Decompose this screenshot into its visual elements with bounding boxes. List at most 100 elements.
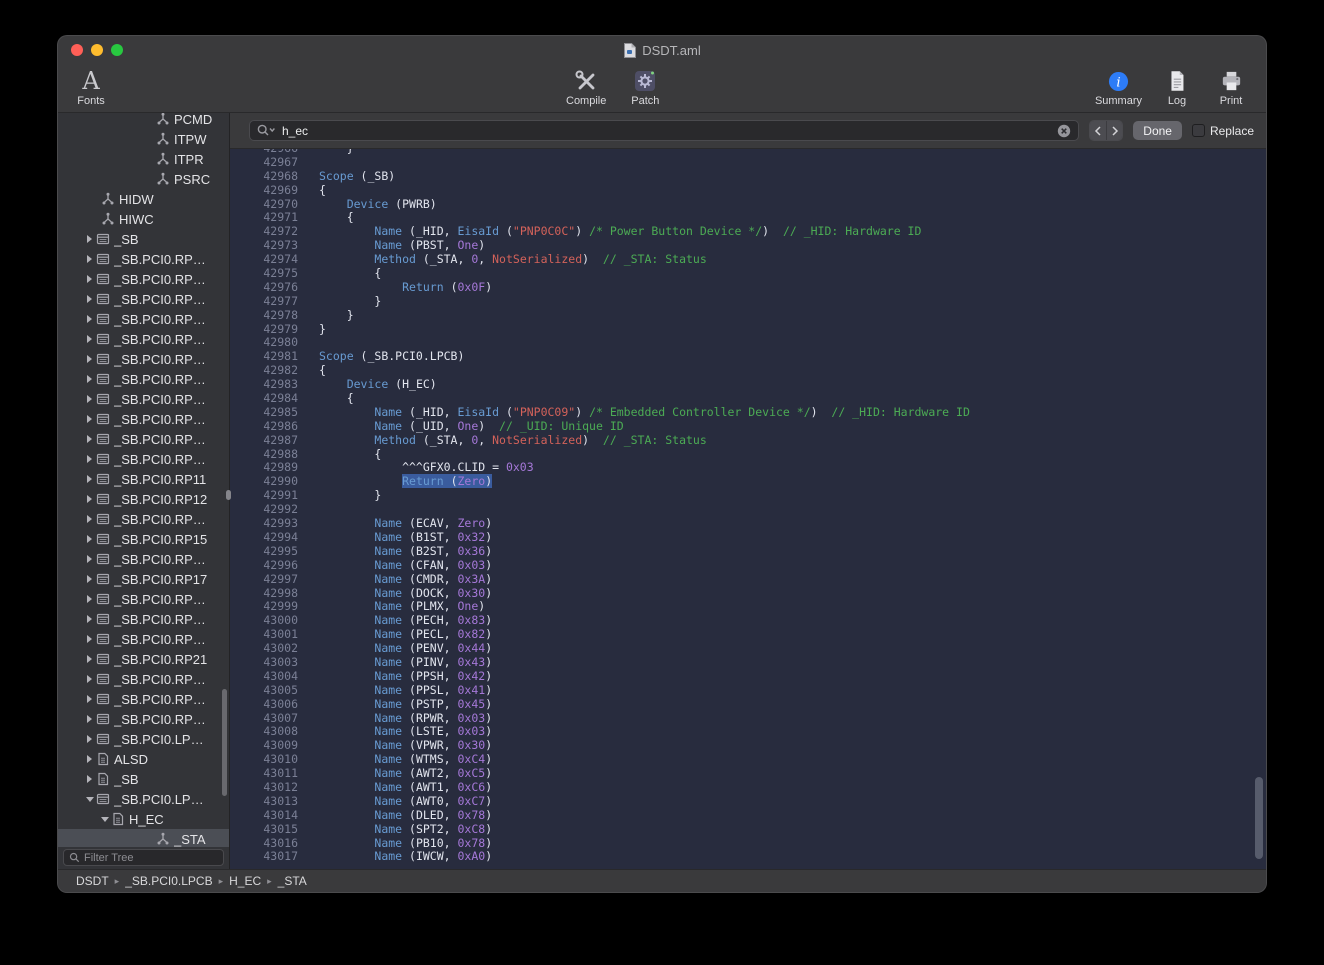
disclosure-triangle-icon[interactable] <box>83 749 96 769</box>
disclosure-triangle-icon[interactable] <box>83 589 96 609</box>
navigator-tree[interactable]: PCMDITPWITPRPSRCHIDWHIWC_SB_SB.PCI0.RP…_… <box>58 113 229 847</box>
tree-item[interactable]: _SB.PCI0.RP… <box>58 429 229 449</box>
compile-button[interactable]: Compile <box>566 67 606 107</box>
tree-item[interactable]: _SB.PCI0.RP… <box>58 329 229 349</box>
tree-item[interactable]: _SB.PCI0.RP… <box>58 269 229 289</box>
tree-item[interactable]: _SB.PCI0.RP… <box>58 689 229 709</box>
tree-item[interactable]: _SB.PCI0.RP… <box>58 309 229 329</box>
replace-checkbox[interactable] <box>1192 124 1205 137</box>
disclosure-triangle-icon[interactable] <box>83 229 96 249</box>
tree-item[interactable]: _SB.PCI0.RP… <box>58 409 229 429</box>
tree-item[interactable]: _SB.PCI0.RP… <box>58 709 229 729</box>
tree-item[interactable]: _SB.PCI0.RP… <box>58 549 229 569</box>
disclosure-triangle-icon[interactable] <box>83 609 96 629</box>
tree-item[interactable]: _STA <box>58 829 229 847</box>
filter-tree-input[interactable] <box>84 852 218 864</box>
editor-scrollbar[interactable] <box>1255 777 1263 859</box>
tree-item[interactable]: PCMD <box>58 113 229 129</box>
breadcrumb-item[interactable]: _STA <box>278 874 307 888</box>
find-input[interactable] <box>282 124 1051 138</box>
clear-search-icon[interactable] <box>1057 124 1071 138</box>
disclosure-triangle-icon[interactable] <box>83 469 96 489</box>
summary-button[interactable]: iSummary <box>1095 67 1142 107</box>
find-nav-segment <box>1089 120 1123 141</box>
disclosure-triangle-icon[interactable] <box>83 509 96 529</box>
tree-item[interactable]: _SB.PCI0.RP… <box>58 369 229 389</box>
tree-item[interactable]: ITPR <box>58 149 229 169</box>
done-button[interactable]: Done <box>1133 121 1182 140</box>
disclosure-triangle-icon[interactable] <box>83 549 96 569</box>
disclosure-triangle-icon[interactable] <box>83 569 96 589</box>
splitter-handle[interactable] <box>226 490 231 500</box>
disclosure-triangle-icon[interactable] <box>83 289 96 309</box>
tree-item[interactable]: _SB.PCI0.RP12 <box>58 489 229 509</box>
tree-item[interactable]: _SB.PCI0.RP11 <box>58 469 229 489</box>
tree-item[interactable]: _SB.PCI0.RP… <box>58 589 229 609</box>
tree-item[interactable]: _SB.PCI0.RP… <box>58 289 229 309</box>
search-scope-icon[interactable] <box>257 124 276 137</box>
disclosure-triangle-icon[interactable] <box>83 709 96 729</box>
disclosure-triangle-icon[interactable] <box>83 669 96 689</box>
tree-item[interactable]: ALSD <box>58 749 229 769</box>
filter-field[interactable] <box>63 849 224 866</box>
zoom-button[interactable] <box>111 44 123 56</box>
tree-item[interactable]: _SB.PCI0.RP… <box>58 669 229 689</box>
tree-item[interactable]: _SB <box>58 769 229 789</box>
tree-item[interactable]: _SB.PCI0.RP… <box>58 629 229 649</box>
disclosure-triangle-icon[interactable] <box>83 369 96 389</box>
disclosure-triangle-icon[interactable] <box>83 329 96 349</box>
tree-item[interactable]: _SB.PCI0.RP… <box>58 509 229 529</box>
disclosure-triangle-icon[interactable] <box>83 249 96 269</box>
code-editor[interactable]: 42966 }4296742968Scope (_SB)42969{42970 … <box>230 149 1266 869</box>
tree-item[interactable]: _SB.PCI0.RP21 <box>58 649 229 669</box>
disclosure-triangle-icon[interactable] <box>83 429 96 449</box>
patch-icon <box>632 67 658 95</box>
disclosure-triangle-icon[interactable] <box>83 629 96 649</box>
print-button[interactable]: Print <box>1212 67 1250 107</box>
disclosure-triangle-icon[interactable] <box>83 489 96 509</box>
breadcrumb-item[interactable]: DSDT <box>76 874 109 888</box>
tree-item[interactable]: HIWC <box>58 209 229 229</box>
tree-item[interactable]: ITPW <box>58 129 229 149</box>
disclosure-triangle-icon[interactable] <box>83 769 96 789</box>
tree-item[interactable]: HIDW <box>58 189 229 209</box>
minimize-button[interactable] <box>91 44 103 56</box>
tree-item[interactable]: _SB <box>58 229 229 249</box>
line-number: 42970 <box>230 198 298 212</box>
tree-item[interactable]: _SB.PCI0.RP17 <box>58 569 229 589</box>
fonts-button[interactable]: AFonts <box>72 67 110 107</box>
disclosure-triangle-icon[interactable] <box>83 449 96 469</box>
tree-item[interactable]: _SB.PCI0.LP… <box>58 729 229 749</box>
tree-item[interactable]: _SB.PCI0.RP… <box>58 449 229 469</box>
disclosure-triangle-icon[interactable] <box>98 809 111 829</box>
close-button[interactable] <box>71 44 83 56</box>
sidebar-scrollbar[interactable] <box>222 689 227 796</box>
log-button[interactable]: Log <box>1158 67 1196 107</box>
line-number: 42973 <box>230 239 298 253</box>
tree-item[interactable]: _SB.PCI0.RP… <box>58 609 229 629</box>
tree-item[interactable]: PSRC <box>58 169 229 189</box>
disclosure-triangle-icon[interactable] <box>83 269 96 289</box>
tree-item[interactable]: _SB.PCI0.RP15 <box>58 529 229 549</box>
disclosure-triangle-icon[interactable] <box>83 389 96 409</box>
disclosure-triangle-icon[interactable] <box>83 409 96 429</box>
find-next-button[interactable] <box>1106 121 1122 140</box>
disclosure-triangle-icon[interactable] <box>83 529 96 549</box>
tree-item[interactable]: _SB.PCI0.RP… <box>58 349 229 369</box>
breadcrumb-item[interactable]: _SB.PCI0.LPCB <box>125 874 212 888</box>
breadcrumb-item[interactable]: H_EC <box>229 874 261 888</box>
find-previous-button[interactable] <box>1090 121 1106 140</box>
disclosure-triangle-icon[interactable] <box>83 789 96 809</box>
title-bar[interactable]: DSDT.aml <box>58 36 1266 64</box>
tree-item[interactable]: _SB.PCI0.LP… <box>58 789 229 809</box>
tree-item[interactable]: _SB.PCI0.RP… <box>58 249 229 269</box>
disclosure-triangle-icon[interactable] <box>83 649 96 669</box>
disclosure-triangle-icon[interactable] <box>83 729 96 749</box>
disclosure-triangle-icon[interactable] <box>83 689 96 709</box>
tree-item[interactable]: H_EC <box>58 809 229 829</box>
find-field[interactable] <box>249 120 1079 141</box>
patch-button[interactable]: Patch <box>626 67 664 107</box>
disclosure-triangle-icon[interactable] <box>83 309 96 329</box>
disclosure-triangle-icon[interactable] <box>83 349 96 369</box>
tree-item[interactable]: _SB.PCI0.RP… <box>58 389 229 409</box>
